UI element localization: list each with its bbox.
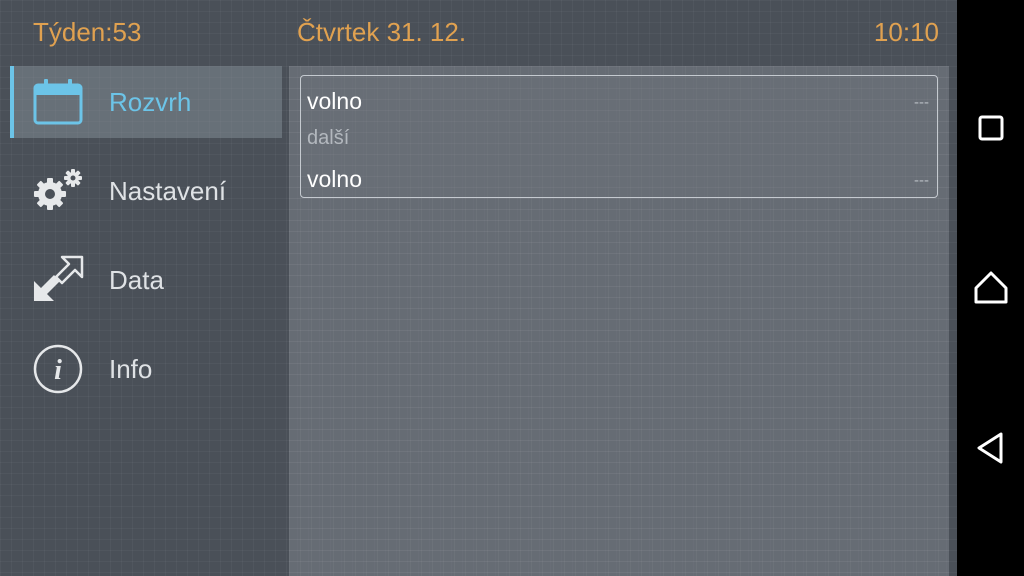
system-navigation-bar: [957, 0, 1024, 576]
current-room: ---: [914, 94, 929, 111]
header-bar: Týden:53 Čtvrtek 31. 12. 10:10: [0, 0, 957, 64]
back-icon[interactable]: [971, 428, 1011, 468]
schedule-card[interactable]: volno --- další volno ---: [300, 75, 938, 198]
sidebar-item-label: Rozvrh: [109, 87, 192, 117]
next-room: ---: [914, 172, 929, 189]
schedule-panel: volno --- další volno ---: [289, 66, 949, 576]
sidebar-item-data[interactable]: Data: [10, 244, 282, 316]
sidebar-item-info[interactable]: i Info: [10, 333, 282, 405]
next-label: další: [307, 127, 350, 149]
calendar-icon: [32, 77, 84, 127]
app-window: Týden:53 Čtvrtek 31. 12. 10:10 Rozvrh Na…: [0, 0, 957, 576]
sidebar-item-nastaveni[interactable]: Nastavení: [10, 155, 282, 227]
current-time: 10:10: [873, 17, 939, 47]
home-icon[interactable]: [971, 268, 1011, 308]
week-number: Týden:53: [33, 17, 142, 47]
info-icon: i: [32, 344, 84, 394]
sidebar: Rozvrh Nastavení Data i Info: [0, 66, 282, 576]
svg-text:i: i: [54, 355, 62, 386]
transfer-arrows-icon: [32, 255, 84, 305]
sidebar-item-rozvrh[interactable]: Rozvrh: [10, 66, 282, 138]
current-subject: volno: [307, 88, 362, 114]
recent-apps-icon[interactable]: [971, 108, 1011, 148]
sidebar-item-label: Nastavení: [109, 176, 227, 206]
current-date: Čtvrtek 31. 12.: [297, 17, 467, 47]
next-subject: volno: [307, 166, 362, 192]
sidebar-item-label: Info: [109, 354, 153, 384]
sidebar-item-label: Data: [109, 265, 164, 295]
gears-icon: [32, 166, 84, 216]
